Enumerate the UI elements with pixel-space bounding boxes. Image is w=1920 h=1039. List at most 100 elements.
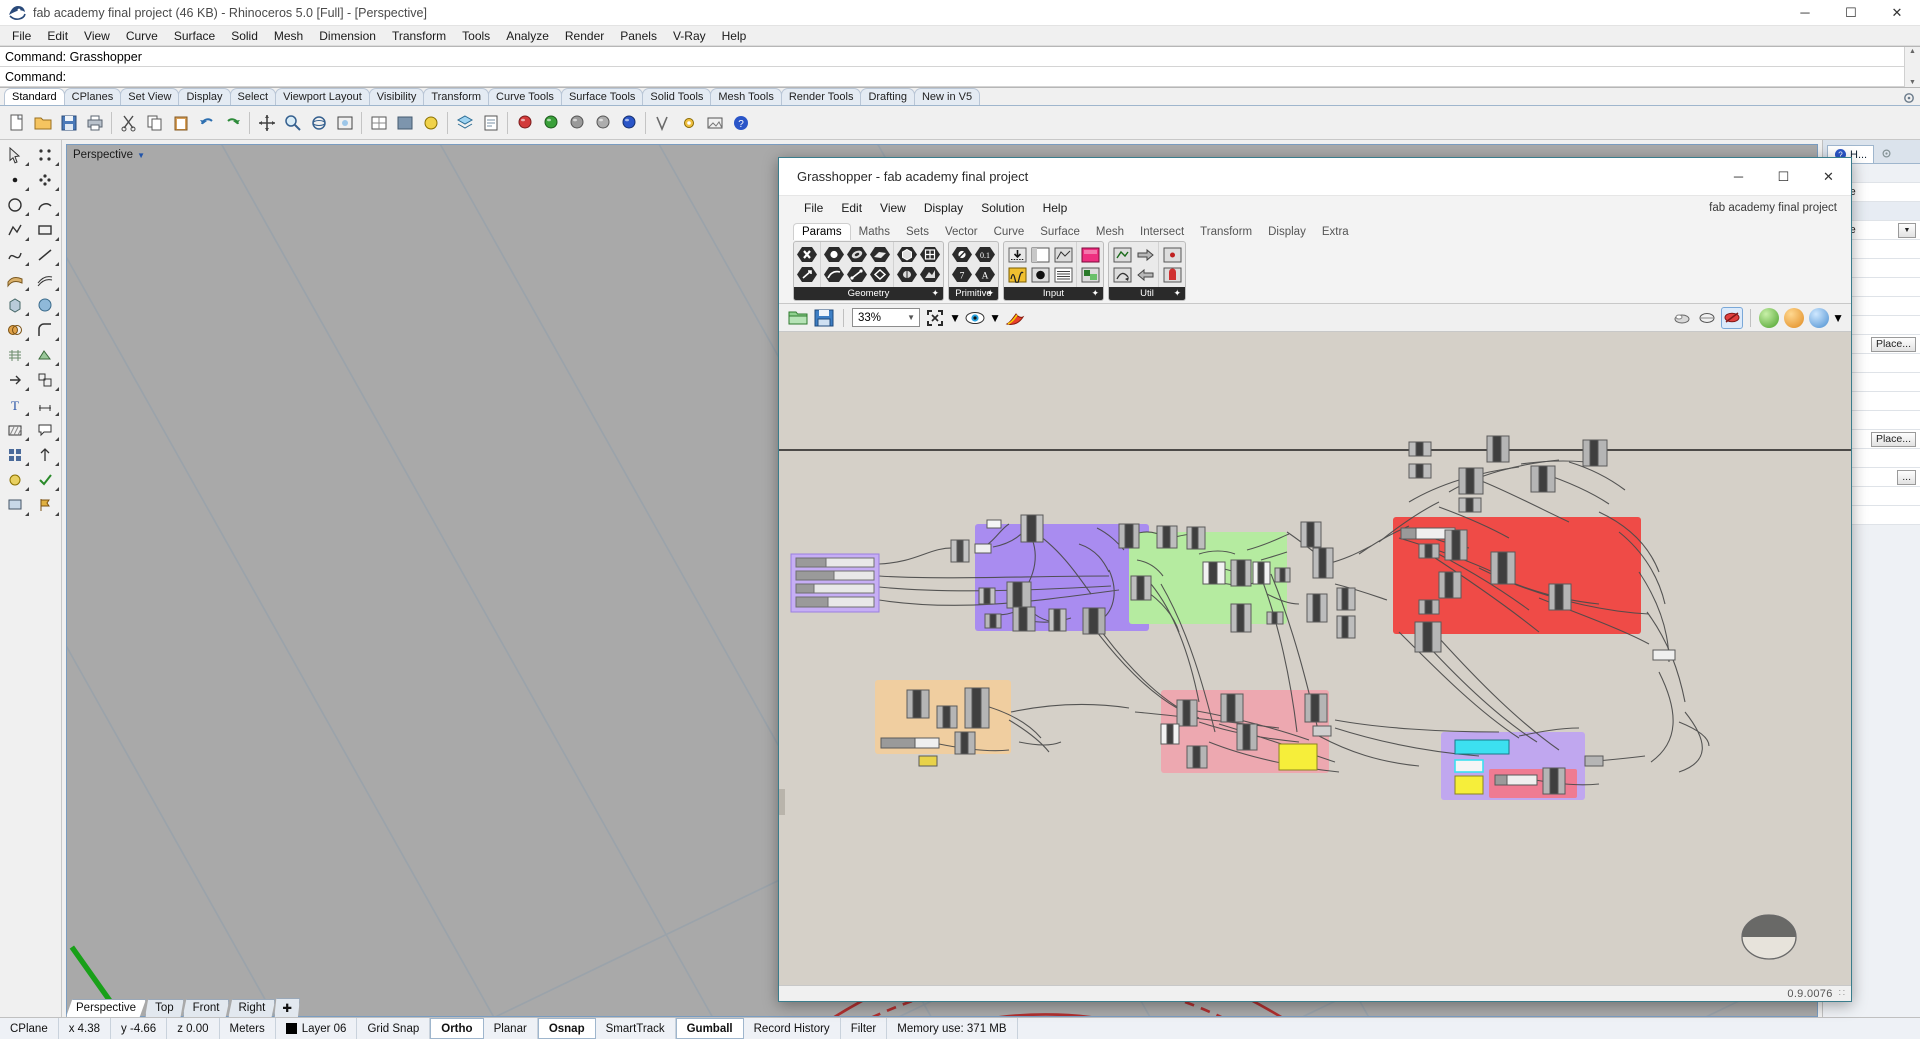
zoom-level-combobox[interactable]: 33% ▼ (852, 308, 920, 327)
bake-icon[interactable] (1004, 307, 1026, 329)
menu-tools[interactable]: Tools (454, 27, 498, 45)
right-panel-gear-icon[interactable] (1880, 147, 1893, 163)
status-toggle-record-history[interactable]: Record History (744, 1018, 841, 1039)
menu-view[interactable]: View (76, 27, 118, 45)
toolbar-tab-visibility[interactable]: Visibility (368, 88, 425, 105)
menu-render[interactable]: Render (557, 27, 612, 45)
toolbar-tab-mesh-tools[interactable]: Mesh Tools (710, 88, 782, 105)
param-mesh-icon[interactable] (919, 246, 941, 264)
open-folder-icon[interactable] (787, 307, 809, 329)
viewport-tab-perspective[interactable]: Perspective (66, 999, 147, 1017)
grasshopper-canvas[interactable] (779, 332, 1851, 985)
maximize-button[interactable]: ☐ (1828, 0, 1874, 26)
param-text-icon[interactable]: A (974, 266, 996, 284)
toolbar-tab-viewport-layout[interactable]: Viewport Layout (275, 88, 370, 105)
viewport-menu-caret-icon[interactable]: ▼ (137, 151, 145, 160)
menu-transform[interactable]: Transform (384, 27, 454, 45)
viewport-tab-front[interactable]: Front (182, 999, 230, 1017)
toolbar-tabs-overflow[interactable] (1902, 91, 1920, 105)
box-icon[interactable] (0, 292, 30, 317)
util-jump-icon[interactable] (1111, 266, 1133, 284)
place-button[interactable]: Place... (1870, 336, 1916, 352)
menu-solid[interactable]: Solid (223, 27, 266, 45)
toolbar-tab-drafting[interactable]: Drafting (860, 88, 915, 105)
menu-dimension[interactable]: Dimension (311, 27, 384, 45)
paste-icon[interactable] (168, 110, 193, 135)
param-box-icon[interactable] (896, 246, 918, 264)
eye-preview-icon[interactable] (964, 307, 986, 329)
gh-tab-sets[interactable]: Sets (898, 224, 937, 240)
status-toggle-ortho[interactable]: Ortho (430, 1018, 484, 1039)
status-layer[interactable]: Layer 06 (276, 1018, 358, 1039)
gh-tab-extra[interactable]: Extra (1314, 224, 1357, 240)
param-plane-icon[interactable] (869, 266, 891, 284)
gh-tab-vector[interactable]: Vector (937, 224, 986, 240)
status-toggle-gumball[interactable]: Gumball (675, 1018, 744, 1039)
param-field-icon[interactable] (919, 266, 941, 284)
gh-tab-surface[interactable]: Surface (1032, 224, 1088, 240)
toolbar-tab-solid-tools[interactable]: Solid Tools (642, 88, 712, 105)
menu-file[interactable]: File (4, 27, 39, 45)
util-data-input-icon[interactable] (1134, 246, 1156, 264)
rotate-view-icon[interactable] (306, 110, 331, 135)
menu-surface[interactable]: Surface (166, 27, 223, 45)
input-circle-icon[interactable] (1029, 266, 1051, 284)
boolean-icon[interactable] (0, 317, 30, 342)
viewport-tab-right[interactable]: Right (228, 999, 276, 1017)
point-icon[interactable] (0, 167, 30, 192)
toolbar-tab-curve-tools[interactable]: Curve Tools (488, 88, 562, 105)
toolbar-tab-select[interactable]: Select (229, 88, 277, 105)
material-sphere-red-icon[interactable] (512, 110, 537, 135)
menu-vray[interactable]: V-Ray (665, 27, 714, 45)
status-cplane[interactable]: CPlane (0, 1018, 59, 1039)
render-view-icon[interactable] (418, 110, 443, 135)
zoom-dropdown-caret-icon[interactable]: ▼ (949, 307, 961, 329)
sphere-icon[interactable] (30, 292, 60, 317)
viewport-tab-add[interactable]: ✚ (274, 998, 300, 1017)
hatch-icon[interactable] (0, 417, 30, 442)
material-sphere-blue-icon[interactable] (616, 110, 641, 135)
ribbon-expand-icon-3[interactable]: ✦ (1091, 288, 1099, 299)
grasshopper-window[interactable]: Grasshopper - fab academy final project … (778, 157, 1852, 1002)
status-toggle-planar[interactable]: Planar (484, 1018, 538, 1039)
vray-render-icon[interactable] (650, 110, 675, 135)
menu-panels[interactable]: Panels (612, 27, 665, 45)
copy-icon[interactable] (142, 110, 167, 135)
toolbar-tab-standard[interactable]: Standard (4, 88, 65, 105)
grid-icon[interactable] (0, 442, 30, 467)
surface-icon[interactable] (0, 267, 30, 292)
display-green-sphere-icon[interactable] (1758, 307, 1780, 329)
gh-tab-mesh[interactable]: Mesh (1088, 224, 1132, 240)
rectangle-icon[interactable] (30, 217, 60, 242)
menu-analyze[interactable]: Analyze (498, 27, 557, 45)
window-resize-grip[interactable]: ∷ (1839, 988, 1845, 999)
loft-icon[interactable] (30, 267, 60, 292)
mesh-icon[interactable] (0, 342, 30, 367)
status-toggle-filter[interactable]: Filter (841, 1018, 888, 1039)
material-sphere-gray-icon[interactable] (564, 110, 589, 135)
new-file-icon[interactable] (4, 110, 29, 135)
param-number-icon[interactable]: 0.1 (974, 246, 996, 264)
save-disk-icon[interactable] (813, 307, 835, 329)
gh-menu-view[interactable]: View (871, 199, 915, 217)
ribbon-expand-icon-2[interactable]: ✦ (986, 288, 994, 299)
scroll-up-arrow[interactable]: ▲ (1909, 47, 1916, 56)
flag-icon[interactable] (30, 492, 60, 517)
scroll-down-arrow[interactable]: ▼ (1909, 78, 1916, 87)
render-icon[interactable] (0, 467, 30, 492)
status-units[interactable]: Meters (220, 1018, 276, 1039)
gh-maximize-button[interactable]: ☐ (1761, 158, 1806, 196)
toolbar-tab-new-in-v5[interactable]: New in V5 (913, 88, 981, 105)
cut-icon[interactable] (116, 110, 141, 135)
check-icon[interactable] (30, 467, 60, 492)
preview-dropdown-caret-icon[interactable]: ▼ (989, 307, 1001, 329)
vray-options-icon[interactable] (676, 110, 701, 135)
toolbar-tab-transform[interactable]: Transform (423, 88, 490, 105)
status-toggle-grid-snap[interactable]: Grid Snap (357, 1018, 431, 1039)
param-circle-icon[interactable] (823, 246, 845, 264)
param-boolean-icon[interactable] (951, 246, 973, 264)
viewport-tab-top[interactable]: Top (145, 999, 184, 1017)
gh-tab-params[interactable]: Params (793, 223, 851, 240)
param-surface-icon[interactable] (846, 246, 868, 264)
shaded-preview-icon[interactable] (1671, 307, 1693, 329)
